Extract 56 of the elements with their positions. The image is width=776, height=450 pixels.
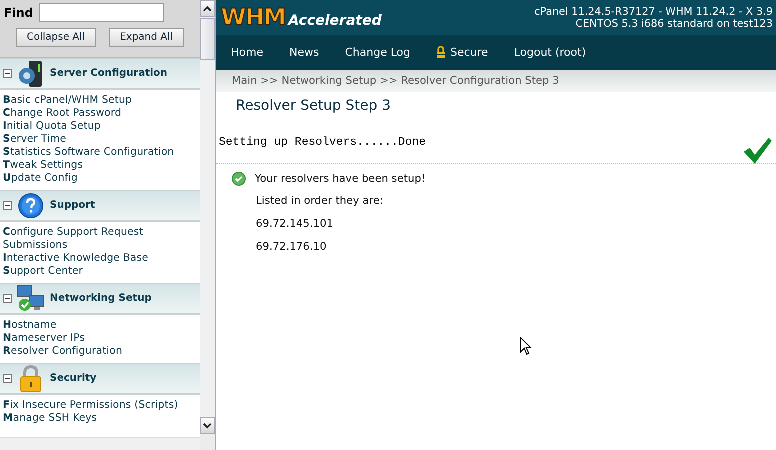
resolver-address: 69.72.145.101 (256, 218, 334, 230)
section-title: Security (50, 373, 97, 384)
list-intro: Listed in order they are: (256, 194, 384, 206)
success-icon (232, 172, 246, 186)
sidebar-link[interactable]: Update Config (3, 172, 193, 185)
nav-link[interactable]: News (289, 46, 320, 59)
section-header[interactable]: Security (0, 363, 200, 395)
sidebar-link[interactable]: Fix Insecure Permissions (Scripts) (3, 399, 193, 412)
nav-link[interactable]: Logout (root) (514, 46, 586, 59)
network-computers-icon (16, 284, 46, 312)
scroll-down-icon[interactable] (203, 422, 212, 428)
section-title: Server Configuration (50, 68, 168, 79)
status-output: Setting up Resolvers......Done (219, 136, 426, 149)
nav-link[interactable]: Home (231, 46, 264, 59)
section-header[interactable]: Networking Setup (0, 283, 200, 315)
section-title: Networking Setup (50, 293, 152, 304)
sidebar-link[interactable]: Support Center (3, 265, 193, 278)
checkmark-icon (743, 136, 773, 164)
collapse-toggle[interactable] (3, 374, 12, 383)
collapse-toggle[interactable] (3, 294, 12, 303)
section-header[interactable]: Support (0, 190, 200, 222)
page-title: Resolver Setup Step 3 (235, 97, 392, 116)
sidebar-link[interactable]: Initial Quota Setup (3, 120, 193, 133)
sidebar-link[interactable]: Basic cPanel/WHM Setup (3, 94, 193, 107)
sidebar-link[interactable]: Statistics Software Configuration (3, 146, 193, 159)
success-message: Your resolvers have been setup! (255, 173, 426, 185)
sidebar-link[interactable]: Manage SSH Keys (3, 412, 193, 425)
sidebar-button[interactable]: Collapse All (16, 28, 96, 47)
sidebar-button[interactable]: Expand All (109, 28, 184, 47)
vertical-scrollbar[interactable] (200, 0, 215, 434)
section-header[interactable]: Server Configuration (0, 58, 200, 90)
sidebar-link[interactable]: Nameserver IPs (3, 332, 193, 345)
sidebar-link[interactable]: Hostname (3, 319, 193, 332)
sidebar-link[interactable]: Resolver Configuration (3, 345, 193, 358)
find-label: Find (4, 6, 34, 20)
nav-link[interactable]: Change Log (345, 46, 410, 59)
sidebar-link[interactable]: Change Root Password (3, 107, 193, 120)
find-field[interactable] (39, 3, 164, 22)
lock-icon (436, 46, 446, 58)
version-info: cPanel 11.24.5-R37127 - WHM 11.24.2 - X 3.9 (534, 6, 773, 18)
breadcrumb: Main >> Networking Setup >> Resolver Configuration Step 3 (232, 75, 560, 87)
section-title: Support (50, 200, 96, 211)
resolver-address: 69.72.176.10 (256, 240, 327, 252)
nav-link[interactable]: Secure (436, 46, 488, 59)
whm-logo: WHM Accelerated (221, 4, 382, 30)
sidebar-link[interactable]: Server Time (3, 133, 193, 146)
collapse-toggle[interactable] (3, 201, 12, 210)
sidebar-link[interactable]: Tweak Settings (3, 159, 193, 172)
help-icon (16, 192, 46, 218)
version-info: CENTOS 5.3 i686 standard on test123 (574, 18, 773, 30)
mouse-cursor-icon (520, 337, 532, 356)
horizontal-scrollbar[interactable] (0, 437, 200, 450)
scroll-up-icon[interactable] (203, 6, 212, 12)
sidebar-link[interactable]: Interactive Knowledge Base (3, 252, 193, 265)
scroll-thumb[interactable] (200, 18, 215, 60)
collapse-toggle[interactable] (3, 69, 12, 78)
